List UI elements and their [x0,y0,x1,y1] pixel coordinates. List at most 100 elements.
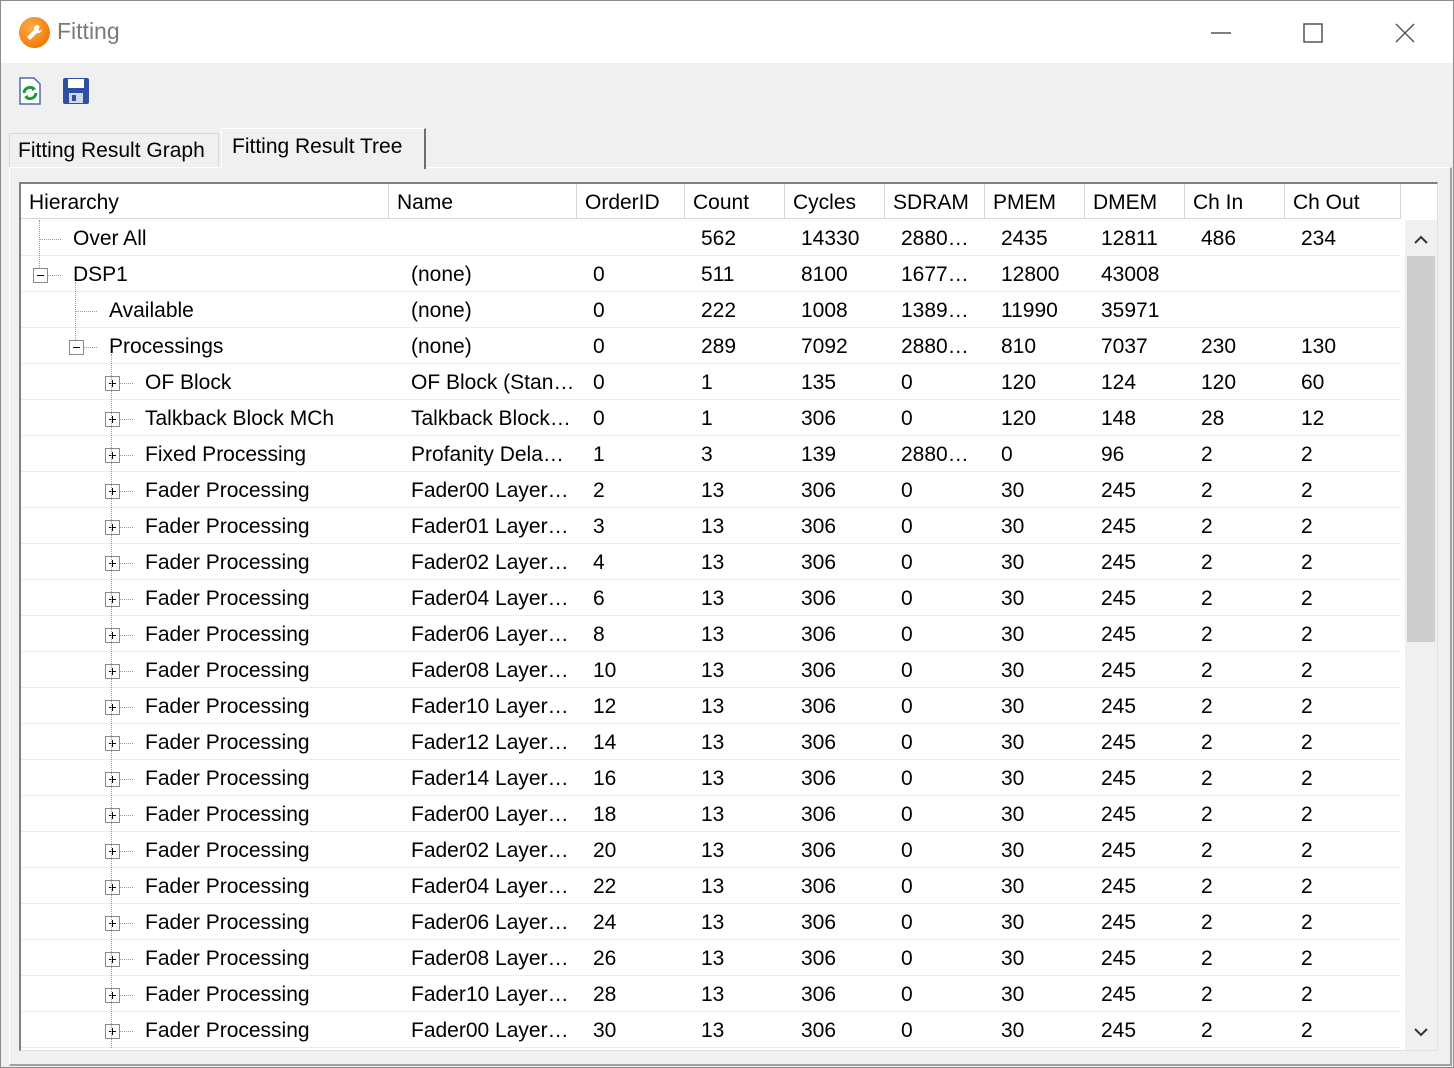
column-header-ch-in[interactable]: Ch In [1185,184,1285,218]
tree-row[interactable]: DSP1 (none) 0 511 8100 1677… 12800 43008 [21,256,1401,292]
refresh-button[interactable] [15,76,45,106]
column-header-name[interactable]: Name [389,184,577,218]
cell-dmem: 245 [1101,947,1137,970]
cell-ch-out: 2 [1301,1019,1313,1042]
expand-plus-icon[interactable] [105,664,120,679]
expand-plus-icon[interactable] [105,484,120,499]
expand-plus-icon[interactable] [105,988,120,1003]
cell-hierarchy: Processings [109,335,224,358]
cell-pmem: 30 [1001,623,1025,646]
cell-sdram: 0 [901,767,913,790]
cell-hierarchy: Fader Processing [145,551,310,574]
cell-pmem: 0 [1001,443,1013,466]
maximize-button[interactable] [1283,9,1343,55]
expand-plus-icon[interactable] [105,520,120,535]
scroll-up-icon[interactable] [1413,232,1429,248]
tree-row[interactable]: Processings (none) 0 289 7092 2880… 810 7037 230… [21,328,1401,364]
tree-row[interactable]: Fader Processing Fader08 Layer… 26 13 306 0 30… [21,940,1401,976]
tree-row[interactable]: Fader Processing Fader14 Layer… 16 13 306 0 30… [21,760,1401,796]
tree-row[interactable]: OF Block OF Block (Stan… 0 1 135 0 120 124 120 60 [21,364,1401,400]
tree-row[interactable]: Fader Processing Fader02 Layer… 20 13 306 0 30… [21,832,1401,868]
cell-pmem: 30 [1001,551,1025,574]
cell-ch-in: 2 [1201,695,1213,718]
expand-plus-icon[interactable] [105,880,120,895]
expand-plus-icon[interactable] [105,700,120,715]
tree-row[interactable]: Over All 562 14330 2880… 2435 12811 486 234 [21,220,1401,256]
scrollbar-thumb[interactable] [1407,256,1435,642]
tree-row[interactable]: Fader Processing Fader06 Layer… 8 13 306 0 30 2… [21,616,1401,652]
column-header-count[interactable]: Count [685,184,785,218]
cell-name: Fader04 Layer… [411,587,569,610]
tree-row[interactable]: Talkback Block MCh Talkback Block… 0 1 306 0 1… [21,400,1401,436]
tree-row[interactable]: Fixed Processing Profanity Dela… 1 3 139 2880… [21,436,1401,472]
tree-row[interactable]: Fader Processing Fader00 Layer… 18 13 306 0 30… [21,796,1401,832]
vertical-scrollbar[interactable] [1405,220,1437,1050]
cell-hierarchy: Fader Processing [145,623,310,646]
tree-row[interactable]: Fader Processing Fader10 Layer… 28 13 306 0 30… [21,976,1401,1012]
tree-row[interactable]: Fader Processing Fader06 Layer… 24 13 306 0 30… [21,904,1401,940]
save-button[interactable] [61,76,91,106]
toolbar [1,63,1453,123]
cell-dmem: 96 [1101,443,1125,466]
expand-plus-icon[interactable] [105,448,120,463]
expand-plus-icon[interactable] [105,736,120,751]
cell-count: 13 [701,767,725,790]
cell-dmem: 148 [1101,407,1137,430]
cell-count: 1 [701,371,713,394]
cell-cycles: 306 [801,623,837,646]
expand-plus-icon[interactable] [105,952,120,967]
tree-row[interactable]: Fader Processing Fader04 Layer… 22 13 306 0 30… [21,868,1401,904]
column-header-sdram[interactable]: SDRAM [885,184,985,218]
tree-row[interactable]: Fader Processing Fader10 Layer… 12 13 306 0 30… [21,688,1401,724]
cell-order-id: 0 [593,371,605,394]
expand-plus-icon[interactable] [105,808,120,823]
tree-rows: Over All 562 14330 2880… 2435 12811 486 234 DSP1… [21,220,1401,1050]
expand-plus-icon[interactable] [105,592,120,607]
column-header-ch-out[interactable]: Ch Out [1285,184,1401,218]
expand-plus-icon[interactable] [105,376,120,391]
expand-plus-icon[interactable] [105,916,120,931]
tree-row[interactable]: Fader Processing Fader02 Layer… 4 13 306 0 30 2… [21,544,1401,580]
tree-row[interactable]: Fader Processing Fader08 Layer… 10 13 306 0 30… [21,652,1401,688]
tab-fitting-result-tree[interactable]: Fitting Result Tree [221,128,426,169]
column-header-dmem[interactable]: DMEM [1085,184,1185,218]
cell-dmem: 245 [1101,695,1137,718]
fitting-result-tree[interactable]: Hierarchy Name OrderID Count Cycles SDRAM PMEM… [19,182,1438,1051]
collapse-minus-icon[interactable] [69,340,84,355]
expand-plus-icon[interactable] [105,772,120,787]
title-bar[interactable]: Fitting [1,1,1453,63]
cell-dmem: 245 [1101,731,1137,754]
column-header-cycles[interactable]: Cycles [785,184,885,218]
cell-order-id: 14 [593,731,617,754]
cell-hierarchy: Fader Processing [145,479,310,502]
tree-row[interactable]: Fader Processing Fader04 Layer… 6 13 306 0 30 2… [21,580,1401,616]
expand-plus-icon[interactable] [105,628,120,643]
tree-row[interactable]: Fader Processing Fader00 Layer… 30 13 306 0 30… [21,1012,1401,1048]
cell-cycles: 1008 [801,299,848,322]
expand-plus-icon[interactable] [105,412,120,427]
tab-fitting-result-graph[interactable]: Fitting Result Graph [9,133,219,168]
cell-cycles: 306 [801,767,837,790]
column-header-hierarchy[interactable]: Hierarchy [21,184,389,218]
close-button[interactable] [1375,9,1435,55]
tree-row[interactable]: Fader Processing Fader12 Layer… 14 13 306 0 30… [21,724,1401,760]
collapse-minus-icon[interactable] [33,268,48,283]
tree-row[interactable]: Fader Processing Fader00 Layer… 2 13 306 0 30 2… [21,472,1401,508]
cell-name: (none) [411,263,472,286]
expand-plus-icon[interactable] [105,556,120,571]
cell-ch-in [1201,292,1281,328]
tree-row[interactable]: Available (none) 0 222 1008 1389… 11990 35971 [21,292,1401,328]
expand-plus-icon[interactable] [105,1024,120,1039]
minimize-button[interactable] [1191,9,1251,55]
cell-order-id: 26 [593,947,617,970]
tree-row[interactable]: Fader Processing Fader01 Layer… 3 13 306 0 30 2… [21,508,1401,544]
column-header-pmem[interactable]: PMEM [985,184,1085,218]
scroll-down-icon[interactable] [1413,1024,1429,1040]
cell-cycles: 306 [801,515,837,538]
column-header-order-id[interactable]: OrderID [577,184,685,218]
expand-plus-icon[interactable] [105,844,120,859]
cell-cycles: 306 [801,551,837,574]
cell-cycles: 306 [801,587,837,610]
refresh-icon [19,77,41,105]
cell-pmem: 30 [1001,731,1025,754]
